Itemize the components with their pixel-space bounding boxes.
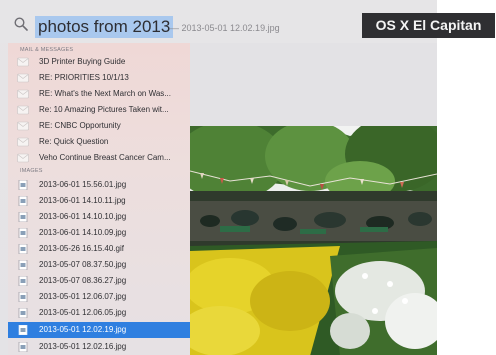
list-item-label: 2013-05-01 12.02.19.jpg xyxy=(39,325,127,334)
spotlight-window: photos from 2013 — 2013-05-01 12.02.19.j… xyxy=(0,0,437,355)
list-item-label: Re: Quick Question xyxy=(39,137,109,146)
list-item[interactable]: 2013-06-01 14.10.10.jpg xyxy=(8,209,190,225)
section-header-images: IMAGES xyxy=(20,168,43,174)
image-file-icon xyxy=(18,342,28,352)
list-item[interactable]: 2013-05-07 08.36.27.jpg xyxy=(8,273,190,289)
list-item-label: 2013-05-01 12.06.05.jpg xyxy=(39,308,127,317)
preview-pane xyxy=(190,43,437,355)
image-file-icon xyxy=(18,276,28,286)
search-query[interactable]: photos from 2013 xyxy=(35,16,174,38)
list-item-label: 2013-05-07 08.37.50.jpg xyxy=(39,260,127,269)
list-item[interactable]: 2013-05-26 16.15.40.gif xyxy=(8,241,190,257)
image-file-icon xyxy=(18,196,28,206)
search-selected-result-hint: — 2013-05-01 12.02.19.jpg xyxy=(170,23,280,33)
list-item-label: 2013-05-26 16.15.40.gif xyxy=(39,244,124,253)
list-item[interactable]: Re: Quick Question xyxy=(8,134,190,150)
image-file-icon xyxy=(18,180,28,190)
list-item-label: Re: 10 Amazing Pictures Taken wit... xyxy=(39,105,169,114)
envelope-icon xyxy=(17,153,29,163)
list-item-selected[interactable]: 2013-05-01 12.02.19.jpg xyxy=(8,322,190,338)
image-file-icon xyxy=(18,325,28,335)
image-file-icon xyxy=(18,212,28,222)
list-item[interactable]: Veho Continue Breast Cancer Cam... xyxy=(8,150,190,166)
list-item-label: 2013-06-01 15.56.01.jpg xyxy=(39,180,127,189)
list-item-label: Veho Continue Breast Cancer Cam... xyxy=(39,153,171,162)
envelope-icon xyxy=(17,57,29,67)
envelope-icon xyxy=(17,73,29,83)
list-item-label: 2013-05-01 12.02.16.jpg xyxy=(39,342,127,351)
list-item[interactable]: RE: PRIORITIES 10/1/13 xyxy=(8,70,190,86)
list-item-label: 2013-06-01 14.10.09.jpg xyxy=(39,228,127,237)
list-item-label: RE: What's the Next March on Was... xyxy=(39,89,171,98)
list-item-label: 2013-05-01 12.06.07.jpg xyxy=(39,292,127,301)
list-item-label: 2013-05-07 08.36.27.jpg xyxy=(39,276,127,285)
os-version-badge: OS X El Capitan xyxy=(362,13,495,38)
results-list[interactable]: MAIL & MESSAGES 3D Printer Buying Guide … xyxy=(8,43,190,355)
list-item-label: 2013-06-01 14.10.11.jpg xyxy=(39,196,126,205)
list-item[interactable]: 2013-06-01 15.56.01.jpg xyxy=(8,177,190,193)
list-item-label: 2013-06-01 14.10.10.jpg xyxy=(39,212,127,221)
list-item[interactable]: 2013-05-01 12.02.16.jpg xyxy=(8,339,190,355)
image-file-icon xyxy=(18,292,28,302)
list-item-label: RE: PRIORITIES 10/1/13 xyxy=(39,73,129,82)
image-file-icon xyxy=(18,228,28,238)
search-icon xyxy=(14,17,28,31)
list-item[interactable]: RE: CNBC Opportunity xyxy=(8,118,190,134)
envelope-icon xyxy=(17,89,29,99)
list-item-label: 3D Printer Buying Guide xyxy=(39,57,126,66)
image-file-icon xyxy=(18,244,28,254)
list-item[interactable]: 2013-06-01 14.10.11.jpg xyxy=(8,193,190,209)
section-header-mail: MAIL & MESSAGES xyxy=(20,47,74,53)
list-item[interactable]: 2013-05-01 12.06.05.jpg xyxy=(8,305,190,321)
envelope-icon xyxy=(17,105,29,115)
list-item[interactable]: Re: 10 Amazing Pictures Taken wit... xyxy=(8,102,190,118)
list-item[interactable]: RE: What's the Next March on Was... xyxy=(8,86,190,102)
envelope-icon xyxy=(17,121,29,131)
list-item[interactable]: 3D Printer Buying Guide xyxy=(8,54,190,70)
list-item[interactable]: 2013-05-01 12.06.07.jpg xyxy=(8,289,190,305)
image-file-icon xyxy=(18,260,28,270)
image-file-icon xyxy=(18,308,28,318)
list-item-label: RE: CNBC Opportunity xyxy=(39,121,121,130)
list-item[interactable]: 2013-05-07 08.37.50.jpg xyxy=(8,257,190,273)
envelope-icon xyxy=(17,137,29,147)
photo-preview xyxy=(190,126,437,355)
list-item[interactable]: 2013-06-01 14.10.09.jpg xyxy=(8,225,190,241)
